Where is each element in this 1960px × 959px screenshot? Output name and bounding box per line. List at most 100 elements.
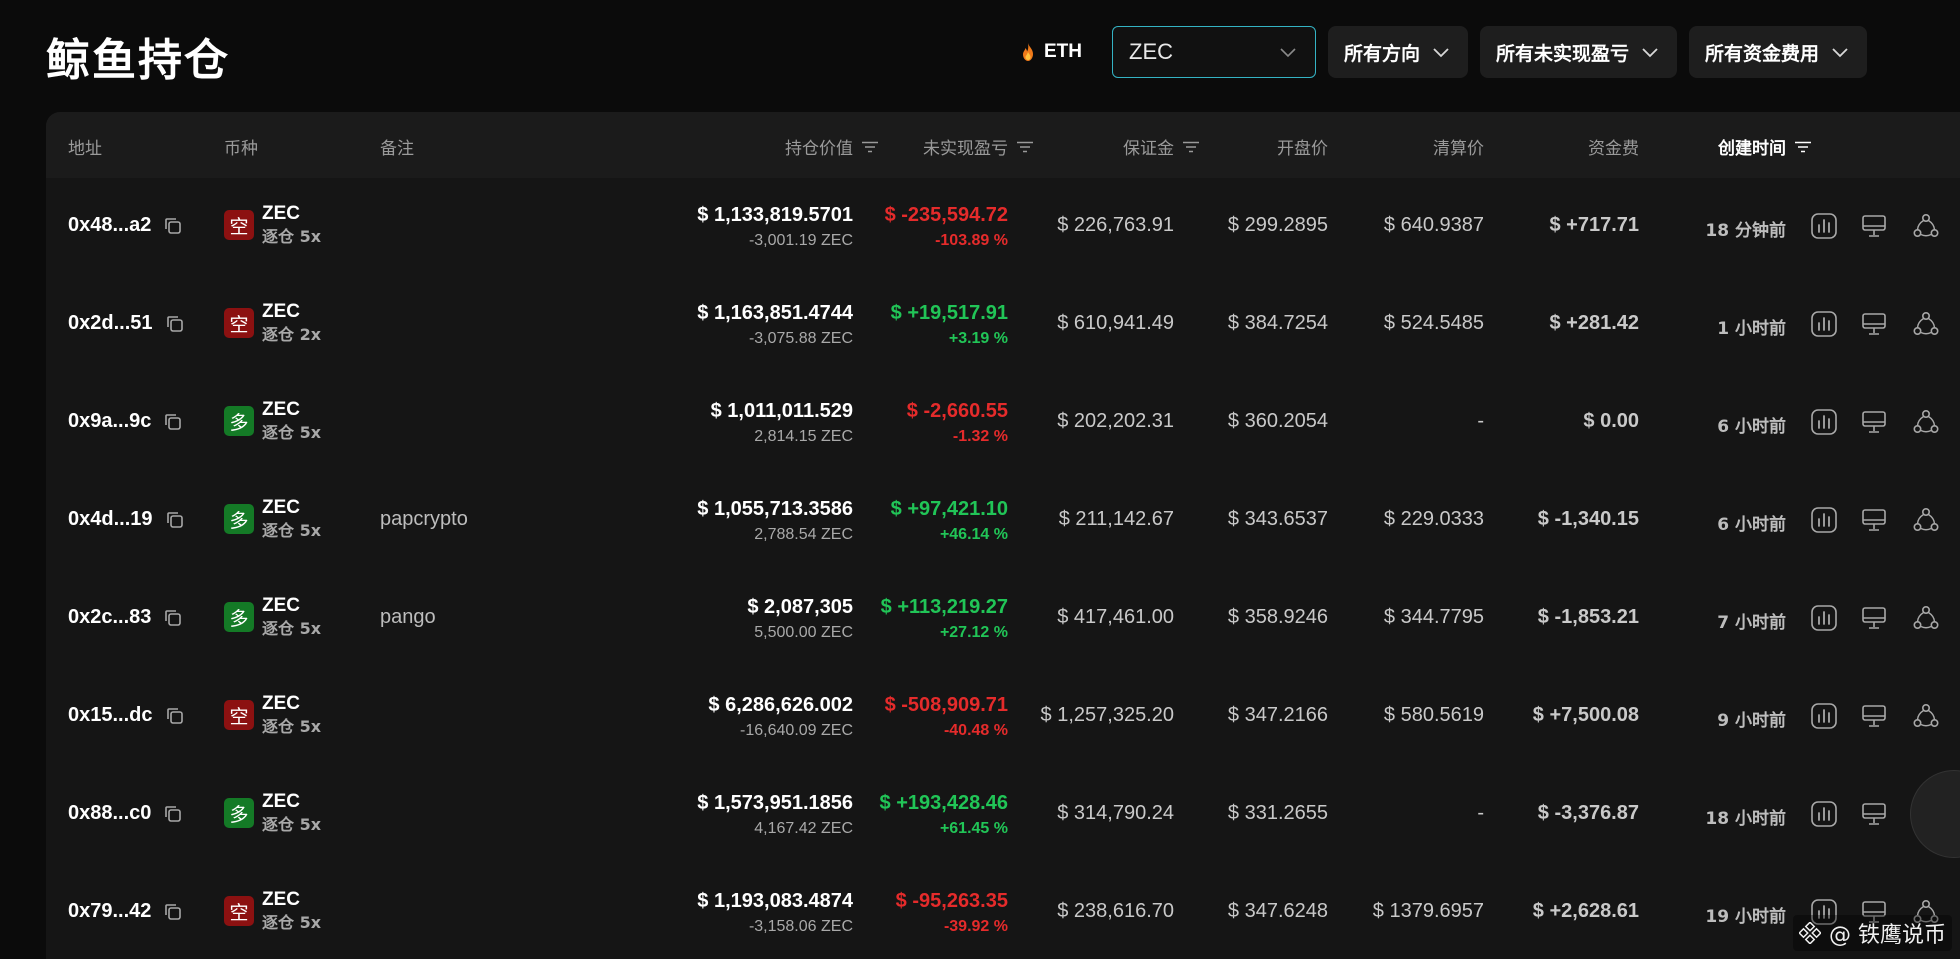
margin-mode: 逐仓 5x [262, 619, 322, 638]
eth-chip[interactable]: ETH [1020, 41, 1082, 63]
address-text[interactable]: 0x88...c0 [68, 802, 151, 825]
monitor-icon [1862, 705, 1886, 727]
coin-name: ZEC [262, 889, 300, 910]
share-icon [1913, 507, 1939, 531]
address-cell[interactable]: 0x2d...51 [68, 312, 185, 335]
side-badge: 多 [224, 602, 254, 632]
liquidation-price-cell: $ 344.7795 [1383, 606, 1484, 628]
table-row[interactable]: 0x48...a2 空 ZEC 逐仓 5x $ 1,133,819.5701 -… [46, 178, 1960, 276]
chart-button[interactable] [1808, 798, 1840, 830]
address-cell[interactable]: 0x9a...9c [68, 410, 183, 433]
funding-cell: $ -3,376.87 [1537, 802, 1639, 824]
unrealized-pnl-pct: +46.14 % [939, 526, 1008, 543]
header-value[interactable]: 持仓价值 [785, 134, 879, 159]
header-created[interactable]: 创建时间 [1718, 134, 1812, 159]
table-row[interactable]: 0x2c...83 多 ZEC 逐仓 5x pango $ 2,087,305 … [46, 570, 1960, 668]
unrealized-pnl-cell: $ -2,660.55 -1.32 % [907, 398, 1008, 450]
address-text[interactable]: 0x79...42 [68, 900, 151, 923]
monitor-button[interactable] [1858, 308, 1890, 340]
coin-select-value: ZEC [1129, 39, 1173, 64]
position-value: $ 6,286,626.002 [708, 694, 853, 716]
monitor-icon [1862, 313, 1886, 335]
chart-button[interactable] [1808, 210, 1840, 242]
liquidation-price-cell: - [1477, 802, 1484, 824]
table-row[interactable]: 0x4d...19 多 ZEC 逐仓 5x papcrypto $ 1,055,… [46, 472, 1960, 570]
address-text[interactable]: 0x4d...19 [68, 508, 153, 531]
share-button[interactable] [1910, 210, 1942, 242]
monitor-button[interactable] [1858, 210, 1890, 242]
address-text[interactable]: 0x2c...83 [68, 606, 151, 629]
created-time-cell: 1 小时前 [1717, 319, 1786, 339]
chart-button[interactable] [1808, 602, 1840, 634]
chart-button[interactable] [1808, 406, 1840, 438]
header-note: 备注 [380, 139, 414, 159]
side-badge: 多 [224, 504, 254, 534]
chart-icon [1811, 703, 1837, 729]
address-text[interactable]: 0x9a...9c [68, 410, 151, 433]
header-coin: 币种 [224, 139, 258, 159]
share-button[interactable] [1910, 308, 1942, 340]
chevron-down-icon [1832, 48, 1848, 58]
monitor-icon [1862, 607, 1886, 629]
coin-name: ZEC [262, 497, 300, 518]
copy-icon[interactable] [163, 412, 183, 432]
table-header: 地址 币种 备注 持仓价值 未实现盈亏 保证金 开盘价 清算价 资金费 创建时间 [46, 112, 1960, 178]
copy-icon[interactable] [163, 804, 183, 824]
copy-icon[interactable] [163, 608, 183, 628]
position-value: $ 1,573,951.1856 [697, 792, 853, 814]
address-cell[interactable]: 0x48...a2 [68, 214, 183, 237]
share-button[interactable] [1910, 700, 1942, 732]
address-text[interactable]: 0x15...dc [68, 704, 153, 727]
unrealized-pnl: $ -508,909.71 [884, 694, 1008, 716]
pnl-filter[interactable]: 所有未实现盈亏 [1480, 26, 1678, 78]
position-value-cell: $ 1,133,819.5701 -3,001.19 ZEC [697, 202, 853, 254]
funding-cell: $ 0.00 [1583, 410, 1639, 432]
margin-cell: $ 202,202.31 [1057, 410, 1174, 432]
address-text[interactable]: 0x48...a2 [68, 214, 151, 237]
chart-button[interactable] [1808, 308, 1840, 340]
share-button[interactable] [1910, 504, 1942, 536]
copy-icon[interactable] [165, 510, 185, 530]
funding-filter[interactable]: 所有资金费用 [1689, 26, 1868, 78]
table-row[interactable]: 0x9a...9c 多 ZEC 逐仓 5x $ 1,011,011.529 2,… [46, 374, 1960, 472]
address-cell[interactable]: 0x88...c0 [68, 802, 183, 825]
coin-select[interactable]: ZEC [1112, 26, 1316, 78]
monitor-button[interactable] [1858, 798, 1890, 830]
copy-icon[interactable] [165, 706, 185, 726]
chart-button[interactable] [1808, 504, 1840, 536]
position-qty: -3,075.88 ZEC [748, 330, 853, 347]
table-row[interactable]: 0x2d...51 空 ZEC 逐仓 2x $ 1,163,851.4744 -… [46, 276, 1960, 374]
copy-icon[interactable] [165, 314, 185, 334]
side-badge: 空 [224, 308, 254, 338]
side-badge: 空 [224, 896, 254, 926]
address-cell[interactable]: 0x4d...19 [68, 508, 185, 531]
table-row[interactable]: 0x88...c0 多 ZEC 逐仓 5x $ 1,573,951.1856 4… [46, 766, 1960, 864]
margin-cell: $ 1,257,325.20 [1040, 704, 1174, 726]
monitor-button[interactable] [1858, 700, 1890, 732]
copy-icon[interactable] [163, 902, 183, 922]
chart-button[interactable] [1808, 700, 1840, 732]
open-price-cell: $ 343.6537 [1227, 508, 1328, 530]
header-margin[interactable]: 保证金 [1123, 134, 1200, 159]
header-pnl[interactable]: 未实现盈亏 [923, 134, 1034, 159]
chart-icon [1811, 213, 1837, 239]
direction-filter[interactable]: 所有方向 [1328, 26, 1469, 78]
copy-icon[interactable] [163, 216, 183, 236]
address-cell[interactable]: 0x79...42 [68, 900, 183, 923]
page-title: 鲸鱼持仓 [46, 35, 230, 86]
liquidation-price-cell: $ 229.0333 [1383, 508, 1484, 530]
monitor-button[interactable] [1858, 602, 1890, 634]
address-text[interactable]: 0x2d...51 [68, 312, 153, 335]
monitor-button[interactable] [1858, 504, 1890, 536]
unrealized-pnl-pct: -40.48 % [943, 722, 1008, 739]
table-row[interactable]: 0x79...42 空 ZEC 逐仓 5x $ 1,193,083.4874 -… [46, 864, 1960, 959]
address-cell[interactable]: 0x15...dc [68, 704, 185, 727]
share-button[interactable] [1910, 406, 1942, 438]
chart-icon [1811, 507, 1837, 533]
monitor-button[interactable] [1858, 406, 1890, 438]
address-cell[interactable]: 0x2c...83 [68, 606, 183, 629]
unrealized-pnl: $ +113,219.27 [880, 596, 1008, 618]
table-row[interactable]: 0x15...dc 空 ZEC 逐仓 5x $ 6,286,626.002 -1… [46, 668, 1960, 766]
position-value-cell: $ 2,087,305 5,500.00 ZEC [747, 594, 853, 646]
share-button[interactable] [1910, 602, 1942, 634]
